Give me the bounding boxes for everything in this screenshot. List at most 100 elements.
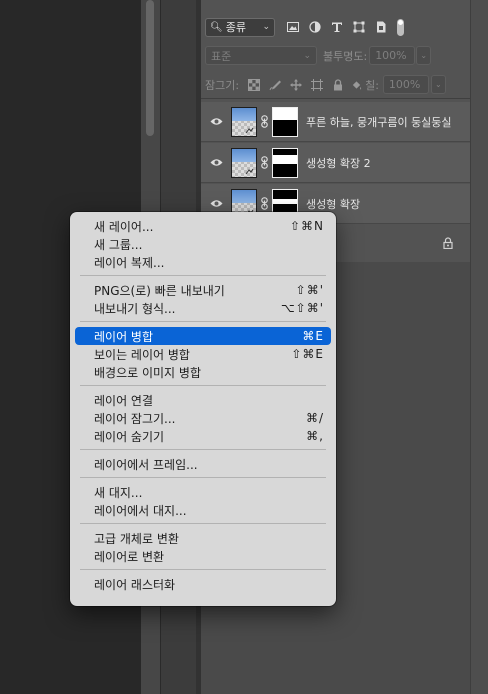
search-icon: 🔍︎ — [210, 21, 223, 33]
opacity-label: 불투명도: — [323, 49, 368, 63]
menu-separator — [80, 449, 326, 450]
layer-name[interactable]: 생성형 확장 2 — [306, 155, 371, 171]
menu-item[interactable]: 고급 개체로 변환 — [70, 529, 336, 547]
opacity-dropdown-button[interactable]: ⌄ — [416, 46, 432, 65]
menu-item-label: 레이어로 변환 — [94, 549, 165, 564]
menu-item-label: 레이어 연결 — [94, 393, 154, 408]
lock-all-icon[interactable] — [332, 78, 344, 91]
adjustment-layer-filter-icon[interactable] — [309, 21, 321, 33]
menu-item-label: 레이어에서 대지... — [94, 503, 187, 518]
menu-item-shortcut: ⌘/ — [305, 411, 324, 425]
blend-mode-value: 표준 — [211, 49, 232, 63]
menu-item[interactable]: 배경으로 이미지 병합 — [70, 363, 336, 381]
menu-item-label: 레이어 잠그기... — [94, 411, 176, 426]
fill-label: 칠: — [365, 78, 379, 92]
type-layer-filter-icon[interactable] — [331, 21, 343, 33]
menu-item[interactable]: PNG으(로) 빠른 내보내기 ⇧⌘' — [70, 281, 336, 299]
mask-link-icon[interactable] — [259, 197, 270, 210]
menu-item[interactable]: 레이어 숨기기 ⌘, — [70, 427, 336, 445]
chevron-down-icon: ⌄ — [303, 50, 311, 61]
lock-label: 잠그기: — [205, 78, 240, 92]
menu-item[interactable]: 레이어 연결 — [70, 391, 336, 409]
mask-link-icon[interactable] — [259, 115, 270, 128]
layer-row[interactable]: 생성형 확장 2 — [201, 143, 470, 183]
smart-object-badge-icon — [245, 168, 254, 174]
scrollbar-thumb[interactable] — [146, 0, 154, 136]
menu-item-shortcut: ⇧⌘' — [295, 283, 324, 297]
lock-position-icon[interactable] — [290, 78, 303, 91]
menu-item[interactable]: 내보내기 형식... ⌥⇧⌘' — [70, 299, 336, 317]
menu-item-label: 레이어에서 프레임... — [94, 457, 198, 472]
smart-object-filter-icon[interactable] — [375, 21, 387, 33]
menu-item-label: 고급 개체로 변환 — [94, 531, 179, 546]
menu-item-shortcut: ⌘E — [302, 329, 324, 343]
layer-filter-row: 🔍︎ 종류 ⌄ — [205, 16, 404, 38]
smart-object-badge-icon — [245, 127, 254, 133]
menu-separator — [80, 569, 326, 570]
blend-opacity-row: 표준 ⌄ 불투명도: 100% ⌄ — [205, 46, 432, 65]
chevron-down-icon: ⌄ — [262, 22, 270, 32]
layer-thumbnail[interactable] — [231, 147, 257, 178]
menu-item[interactable]: 새 레이어... ⇧⌘N — [70, 217, 336, 235]
layer-row[interactable]: 푸른 하늘, 뭉개구름이 둥실둥실 — [201, 102, 470, 142]
layer-context-menu: 새 레이어... ⇧⌘N 새 그룹... 레이어 복제... PNG으(로) 빠른 내보… — [70, 212, 336, 606]
layer-name[interactable]: 생성형 확장 — [306, 196, 360, 212]
menu-item-shortcut: ⌘, — [306, 429, 324, 443]
menu-item[interactable]: 새 대지... — [70, 483, 336, 501]
visibility-eye-icon[interactable] — [201, 199, 231, 208]
menu-item-label: 배경으로 이미지 병합 — [94, 365, 201, 380]
menu-item-label: 새 그룹... — [94, 237, 143, 252]
menu-item-shortcut: ⇧⌘N — [289, 219, 324, 233]
lock-artboard-icon[interactable] — [311, 78, 324, 91]
menu-item-shortcut: ⌥⇧⌘' — [280, 301, 324, 315]
menu-separator — [80, 523, 326, 524]
menu-item-shortcut: ⇧⌘E — [291, 347, 324, 361]
panel-separator — [201, 98, 470, 99]
menu-item-label: PNG으(로) 빠른 내보내기 — [94, 283, 225, 298]
layer-kind-filter-label: 종류 — [225, 21, 246, 34]
layer-mask-thumbnail[interactable] — [272, 106, 298, 137]
lock-image-pixels-icon[interactable] — [269, 79, 282, 91]
visibility-eye-icon[interactable] — [201, 158, 231, 167]
mask-link-icon[interactable] — [259, 156, 270, 169]
menu-item[interactable]: 레이어 병합 ⌘E — [75, 327, 331, 345]
layer-mask-thumbnail[interactable] — [272, 147, 298, 178]
menu-item-label: 새 레이어... — [94, 219, 154, 234]
shape-layer-filter-icon[interactable] — [353, 21, 365, 33]
panel-scrollbar[interactable] — [470, 0, 488, 694]
menu-separator — [80, 385, 326, 386]
menu-item-label: 레이어 래스터화 — [94, 577, 176, 592]
menu-item-label: 새 대지... — [94, 485, 143, 500]
fill-input[interactable]: 100% — [382, 75, 429, 94]
pixel-layer-filter-icon[interactable] — [287, 21, 299, 33]
menu-item-label: 레이어 병합 — [94, 329, 154, 344]
fill-icon — [351, 79, 362, 91]
menu-item-label: 레이어 숨기기 — [94, 429, 165, 444]
menu-item-label: 보이는 레이어 병합 — [94, 347, 190, 362]
fill-dropdown-button[interactable]: ⌄ — [430, 75, 446, 94]
fill-value: 100% — [388, 78, 421, 91]
menu-item-label: 레이어 복제... — [94, 255, 165, 270]
menu-item-label: 내보내기 형식... — [94, 301, 176, 316]
blend-mode-select[interactable]: 표준 ⌄ — [205, 46, 317, 65]
menu-item[interactable]: 레이어 래스터화 — [70, 575, 336, 593]
layer-thumbnail[interactable] — [231, 106, 257, 137]
menu-separator — [80, 321, 326, 322]
visibility-eye-icon[interactable] — [201, 117, 231, 126]
layer-name[interactable]: 푸른 하늘, 뭉개구름이 둥실둥실 — [306, 114, 452, 130]
menu-item[interactable]: 레이어 복제... — [70, 253, 336, 271]
menu-item[interactable]: 새 그룹... — [70, 235, 336, 253]
menu-separator — [80, 477, 326, 478]
menu-item[interactable]: 레이어로 변환 — [70, 547, 336, 565]
menu-item[interactable]: 레이어에서 대지... — [70, 501, 336, 519]
menu-item[interactable]: 레이어 잠그기... ⌘/ — [70, 409, 336, 427]
lock-transparent-pixels-icon[interactable] — [248, 78, 261, 91]
opacity-value: 100% — [375, 49, 407, 62]
menu-item[interactable]: 레이어에서 프레임... — [70, 455, 336, 473]
menu-separator — [80, 275, 326, 276]
menu-item[interactable]: 보이는 레이어 병합 ⇧⌘E — [70, 345, 336, 363]
layer-kind-filter-select[interactable]: 🔍︎ 종류 ⌄ — [205, 17, 275, 37]
lock-fill-row: 잠그기: 칠: 100% ⌄ — [205, 75, 446, 94]
filter-toggle-switch[interactable] — [397, 18, 404, 36]
opacity-input[interactable]: 100% — [369, 46, 416, 65]
